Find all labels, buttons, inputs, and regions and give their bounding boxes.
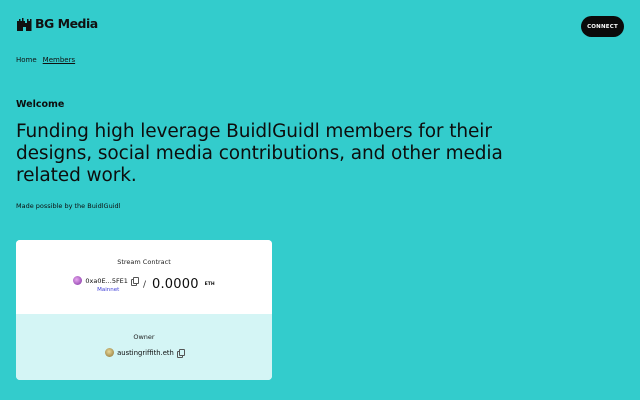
stream-card: Stream Contract 0xa0E...5FE1 Mainnet / 0… bbox=[16, 240, 272, 380]
owner-row: austingriffith.eth bbox=[16, 348, 272, 358]
contract-address-block: 0xa0E...5FE1 Mainnet bbox=[73, 276, 139, 293]
stream-contract-label: Stream Contract bbox=[117, 258, 171, 266]
breadcrumb-home[interactable]: Home bbox=[16, 56, 37, 64]
owner-ens[interactable]: austingriffith.eth bbox=[117, 349, 174, 357]
separator-slash: / bbox=[142, 279, 146, 290]
copy-icon[interactable] bbox=[176, 349, 185, 358]
connect-button[interactable]: CONNECT bbox=[581, 16, 624, 37]
breadcrumb-members[interactable]: Members bbox=[43, 56, 75, 64]
owner-section: Owner austingriffith.eth bbox=[16, 314, 272, 380]
breadcrumb: Home Members bbox=[16, 56, 75, 64]
owner-avatar bbox=[105, 348, 115, 357]
brand-logo[interactable]: BG Media bbox=[16, 16, 98, 31]
castle-icon bbox=[17, 17, 32, 31]
contract-avatar bbox=[73, 276, 83, 285]
network-label[interactable]: Mainnet bbox=[97, 287, 119, 293]
made-by-text: Made possible by the BuidlGuidl bbox=[16, 202, 121, 210]
balance-unit: ETH bbox=[204, 282, 215, 287]
copy-icon[interactable] bbox=[130, 277, 139, 286]
stream-contract-section: Stream Contract 0xa0E...5FE1 Mainnet / 0… bbox=[16, 240, 272, 314]
welcome-heading: Welcome bbox=[16, 99, 65, 110]
owner-label: Owner bbox=[133, 333, 155, 341]
page-headline: Funding high leverage BuidlGuidl members… bbox=[16, 121, 503, 186]
contract-address[interactable]: 0xa0E...5FE1 bbox=[85, 277, 128, 285]
stream-balance: 0.0000 bbox=[151, 277, 199, 292]
contract-row: 0xa0E...5FE1 Mainnet / 0.0000 ETH bbox=[16, 276, 272, 293]
brand-name: BG Media bbox=[35, 16, 98, 31]
